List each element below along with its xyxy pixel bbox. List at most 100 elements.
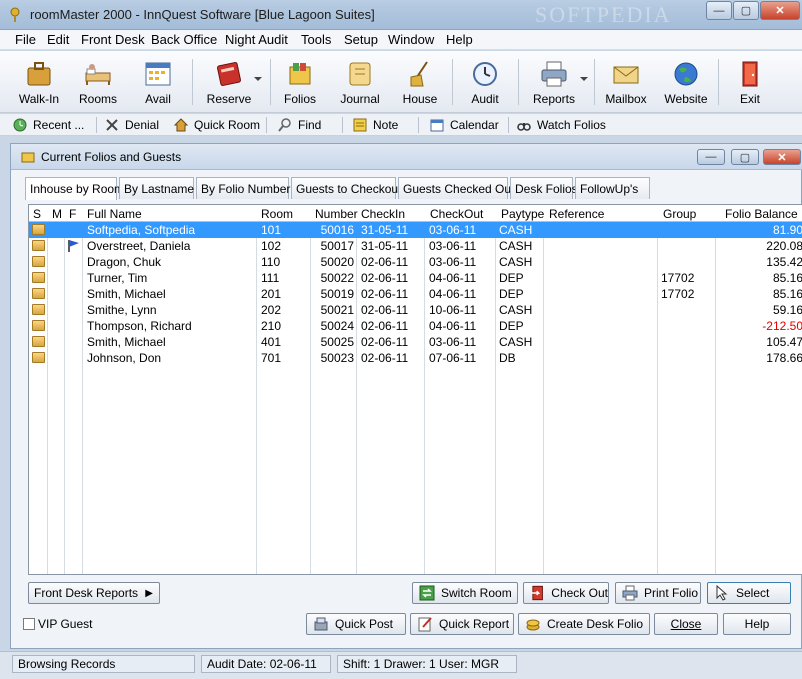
menu-bar: File Edit Front Desk Back Office Night A…: [0, 30, 802, 50]
col-full-name[interactable]: Full Name: [87, 207, 142, 221]
rooms-button[interactable]: Rooms: [70, 57, 126, 109]
exit-button[interactable]: Exit: [722, 57, 778, 109]
menu-window[interactable]: Window: [388, 32, 434, 47]
folio-folder-icon: [32, 224, 45, 235]
cell-balance: 85.16: [772, 287, 802, 301]
folio-folder-icon: [32, 304, 45, 315]
maximize-button[interactable]: ▢: [733, 1, 759, 20]
status-bar: Browsing Records Audit Date: 02-06-11 Sh…: [0, 651, 802, 679]
menu-night-audit[interactable]: Night Audit: [225, 32, 288, 47]
scroll-icon: [349, 62, 371, 86]
note-button[interactable]: Note: [353, 116, 398, 134]
col-room[interactable]: Room: [261, 207, 293, 221]
front-desk-reports-button[interactable]: Front Desk Reports ▶: [28, 582, 160, 604]
cell-number: 50017: [320, 239, 354, 253]
tab-by-folio-number[interactable]: By Folio Number: [196, 177, 290, 199]
col-checkout[interactable]: CheckOut: [430, 207, 483, 221]
recent-button[interactable]: Recent ...: [13, 116, 84, 134]
col-number[interactable]: Number: [315, 207, 358, 221]
quick-room-button[interactable]: Quick Room: [174, 116, 260, 134]
quick-report-button[interactable]: Quick Report: [410, 613, 514, 635]
print-folio-button[interactable]: Print Folio: [615, 582, 701, 604]
reports-dropdown-chevron-icon[interactable]: [580, 77, 588, 81]
tab-by-lastname[interactable]: By Lastname: [119, 177, 194, 199]
title-bar: roomMaster 2000 - InnQuest Software [Blu…: [0, 0, 802, 30]
globe-icon: [674, 62, 698, 86]
menu-back-office[interactable]: Back Office: [151, 32, 217, 47]
cell-name: Smith, Michael: [87, 335, 166, 349]
child-minimize-button[interactable]: —: [697, 149, 725, 165]
menu-setup[interactable]: Setup: [344, 32, 378, 47]
col-folio-balance[interactable]: Folio Balance: [725, 207, 798, 221]
menu-tools[interactable]: Tools: [301, 32, 331, 47]
journal-button[interactable]: Journal: [332, 57, 388, 109]
vip-guest-checkbox[interactable]: [23, 618, 35, 630]
denial-x-icon: [106, 119, 118, 131]
table-row[interactable]: Turner, Tim 111 50022 02-06-11 04-06-11 DEP 17…: [29, 270, 802, 286]
walk-in-button[interactable]: Walk-In: [10, 57, 68, 109]
menu-front-desk[interactable]: Front Desk: [81, 32, 145, 47]
toolbar-separator: [270, 59, 271, 105]
help-button[interactable]: Help: [723, 613, 791, 635]
menu-edit[interactable]: Edit: [47, 32, 69, 47]
folio-folder-icon: [32, 352, 45, 363]
calendar-button[interactable]: Calendar: [430, 116, 499, 134]
find-button[interactable]: Find: [278, 116, 321, 134]
col-checkin[interactable]: CheckIn: [361, 207, 405, 221]
mailbox-button[interactable]: Mailbox: [598, 57, 654, 109]
table-row[interactable]: Thompson, Richard 210 50024 02-06-11 04-06-1…: [29, 318, 802, 334]
close-button[interactable]: Close: [654, 613, 718, 635]
tab-followups[interactable]: FollowUp's: [575, 177, 650, 199]
check-out-button[interactable]: Check Out: [523, 582, 609, 604]
cell-room: 701: [261, 351, 282, 365]
cell-room: 101: [261, 223, 282, 237]
col-reference[interactable]: Reference: [549, 207, 604, 221]
tab-inhouse-by-room[interactable]: Inhouse by Room: [25, 177, 124, 200]
menu-file[interactable]: File: [15, 32, 36, 47]
close-window-button[interactable]: ✕: [760, 1, 800, 20]
col-paytype[interactable]: Paytype: [501, 207, 544, 221]
house-button[interactable]: House: [392, 57, 448, 109]
cursor-icon: [716, 585, 728, 601]
table-row[interactable]: Softpedia, Softpedia 101 50016 31-05-11 03-0…: [29, 222, 802, 238]
table-row[interactable]: Smithe, Lynn 202 50021 02-06-11 10-06-11 CASH…: [29, 302, 802, 318]
audit-button[interactable]: Audit: [457, 57, 513, 109]
select-button[interactable]: Select: [707, 582, 791, 604]
tab-guests-to-checkout[interactable]: Guests to Checkout: [291, 177, 401, 199]
table-row[interactable]: Dragon, Chuk 110 50020 02-06-11 03-06-11 CASH…: [29, 254, 802, 270]
watch-folios-button[interactable]: Watch Folios: [517, 116, 606, 134]
search-icon: [278, 118, 291, 132]
col-s[interactable]: S: [33, 207, 41, 221]
col-group[interactable]: Group: [663, 207, 696, 221]
denial-button[interactable]: Denial: [105, 116, 159, 134]
table-row[interactable]: Smith, Michael 201 50019 02-06-11 04-06-11 DE…: [29, 286, 802, 302]
table-row[interactable]: Overstreet, Daniela 102 50017 31-05-11 03-06…: [29, 238, 802, 254]
table-row[interactable]: Johnson, Don 701 50023 02-06-11 07-06-11 DB 17…: [29, 350, 802, 366]
cell-checkin: 31-05-11: [361, 239, 409, 253]
child-maximize-button[interactable]: ▢: [731, 149, 759, 165]
switch-room-icon: [419, 585, 435, 601]
website-button[interactable]: Website: [658, 57, 714, 109]
table-row[interactable]: Smith, Michael 401 50025 02-06-11 03-06-11 CA…: [29, 334, 802, 350]
col-f[interactable]: F: [69, 207, 76, 221]
cell-checkout: 04-06-11: [429, 319, 477, 333]
cell-balance: 220.08: [766, 239, 802, 253]
cell-balance: -212.50: [762, 319, 802, 333]
reserve-dropdown-chevron-icon[interactable]: [254, 77, 262, 81]
reserve-button[interactable]: Reserve: [200, 57, 258, 109]
child-close-button[interactable]: ✕: [763, 149, 801, 165]
tab-desk-folios[interactable]: Desk Folios: [510, 177, 578, 199]
avail-button[interactable]: Avail: [130, 57, 186, 109]
col-m[interactable]: M: [52, 207, 62, 221]
menu-help[interactable]: Help: [446, 32, 473, 47]
reports-button[interactable]: Reports: [524, 57, 584, 109]
toolbar-separator: [96, 117, 97, 133]
cell-paytype: CASH: [499, 255, 533, 269]
switch-room-button[interactable]: Switch Room: [412, 582, 518, 604]
cell-checkout: 03-06-11: [429, 239, 477, 253]
minimize-button[interactable]: —: [706, 1, 732, 20]
folios-button[interactable]: Folios: [272, 57, 328, 109]
tab-guests-checked-out[interactable]: Guests Checked Out: [398, 177, 514, 199]
quick-post-button[interactable]: Quick Post: [306, 613, 406, 635]
create-desk-folio-button[interactable]: Create Desk Folio: [518, 613, 650, 635]
